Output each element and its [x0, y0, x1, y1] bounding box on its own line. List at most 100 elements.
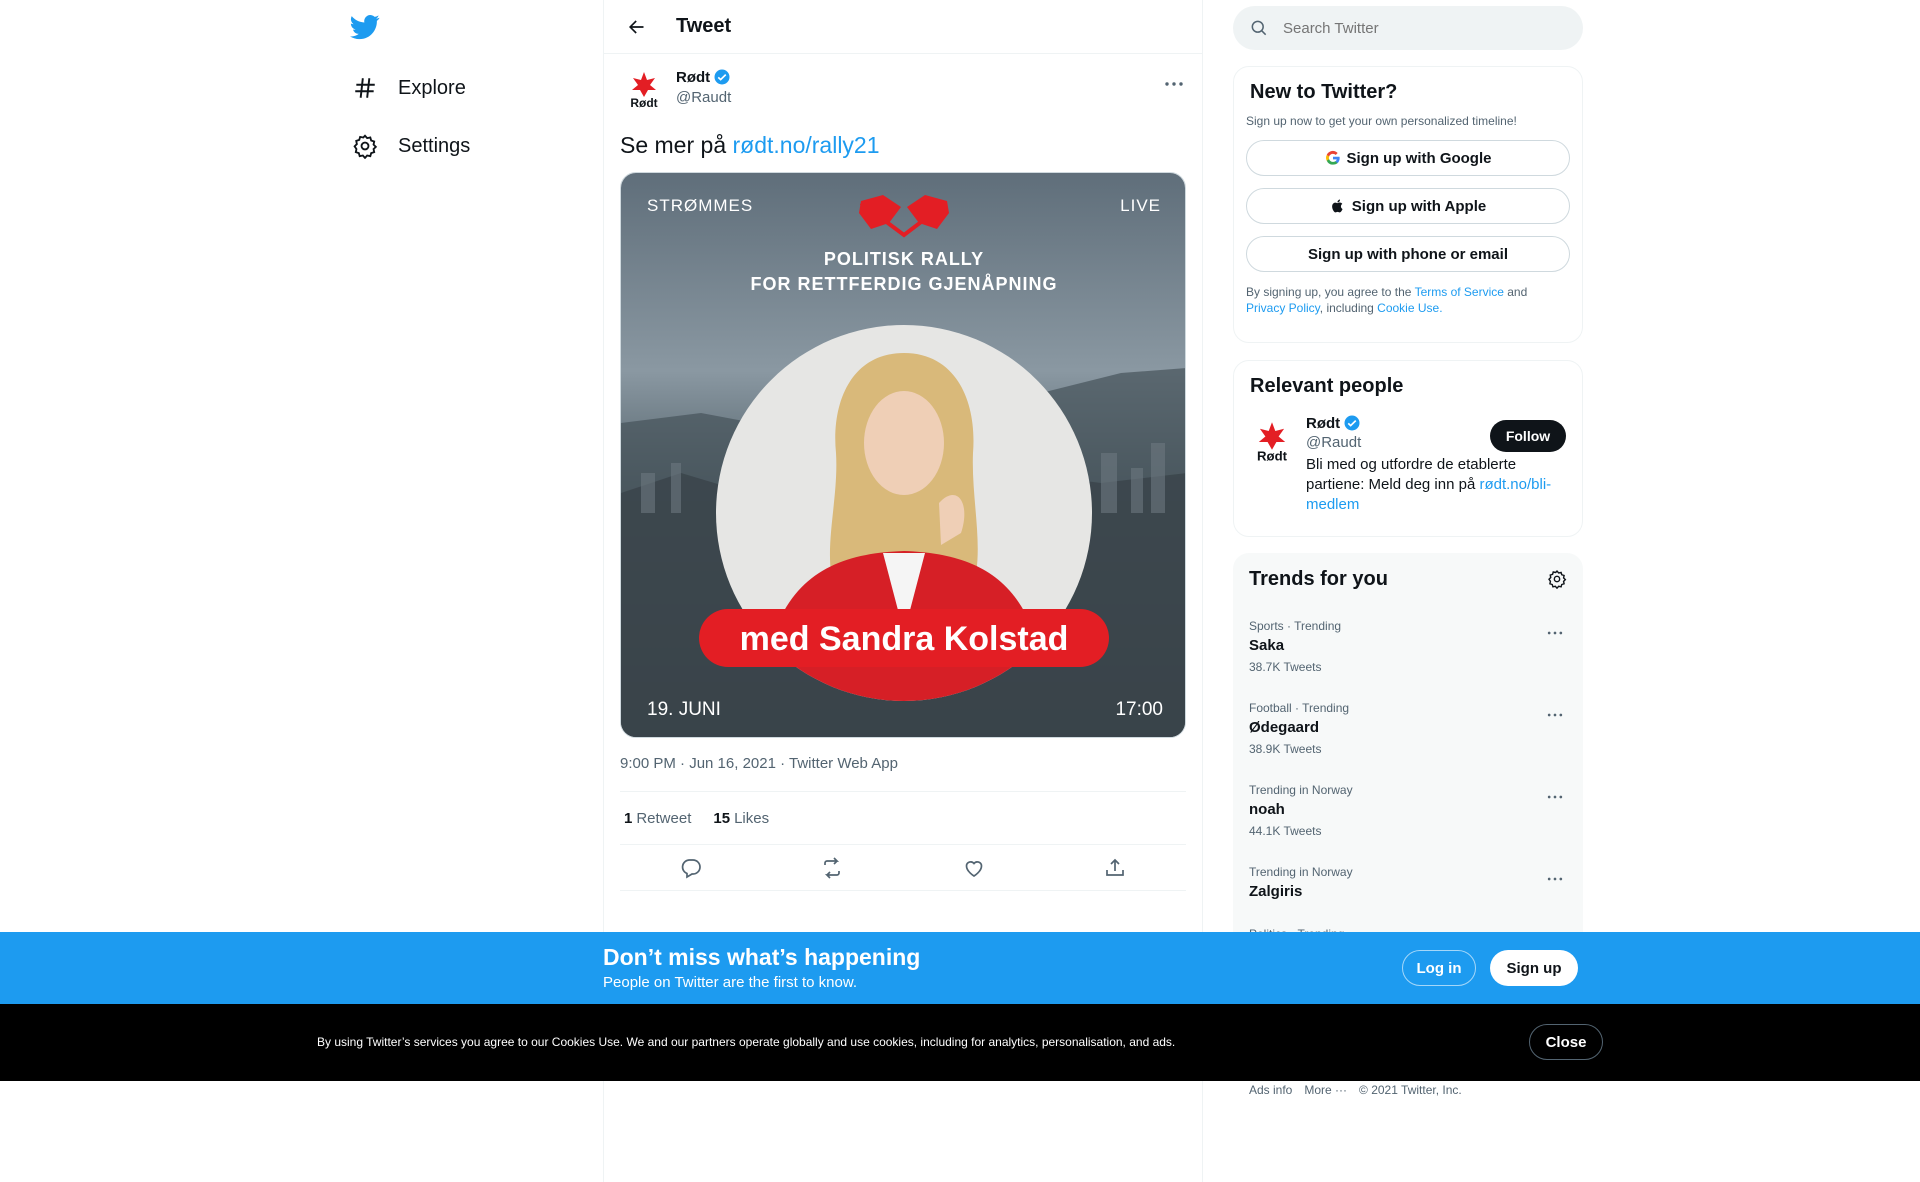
tweet-stats: 1 Retweet 15 Likes [620, 791, 1186, 845]
nav-settings-label: Settings [398, 134, 471, 157]
search-input[interactable] [1283, 19, 1543, 37]
svg-text:med Sandra Kolstad: med Sandra Kolstad [740, 620, 1069, 658]
svg-text:Rødt: Rødt [1257, 449, 1288, 464]
terms-link[interactable]: Terms of Service [1415, 285, 1504, 299]
like-label[interactable]: Likes [734, 810, 769, 827]
google-icon [1325, 150, 1340, 165]
svg-text:POLITISK RALLY: POLITISK RALLY [824, 249, 984, 269]
rodt-logo-icon[interactable]: Rødt [1250, 418, 1294, 466]
tweet-link[interactable]: rødt.no/rally21 [733, 132, 880, 158]
page-header: Tweet [604, 0, 1202, 54]
author-name[interactable]: Rødt [676, 68, 731, 86]
relevant-person-bio: Bli med og utfordre de etablerte partien… [1306, 455, 1566, 515]
share-icon[interactable] [1103, 856, 1127, 880]
trend-name: noah [1249, 801, 1285, 818]
legal-text-1: By signing up, you agree to the [1246, 285, 1415, 299]
relevant-people-title: Relevant people [1250, 375, 1404, 397]
page-title: Tweet [676, 15, 732, 37]
more-options-icon[interactable] [1545, 869, 1565, 889]
login-button[interactable]: Log in [1402, 950, 1476, 986]
nav-explore-label: Explore [398, 76, 466, 99]
gear-icon [353, 134, 378, 159]
tweet-text: Se mer på rødt.no/rally21 [620, 130, 1186, 160]
arrow-left-icon [629, 19, 644, 34]
svg-text:STRØMMES: STRØMMES [647, 196, 753, 215]
retweet-count[interactable]: 1 [624, 810, 632, 827]
trend-count: 38.7K Tweets [1249, 660, 1322, 674]
trend-count: 38.9K Tweets [1249, 742, 1322, 756]
search-box[interactable] [1233, 6, 1583, 50]
legal-text-3: , including [1319, 301, 1378, 315]
relevant-person-name-text: Rødt [1306, 414, 1341, 432]
signup-button[interactable]: Sign up [1490, 950, 1578, 986]
signup-google-label: Sign up with Google [1346, 149, 1492, 167]
privacy-link[interactable]: Privacy Policy [1246, 301, 1320, 315]
trend-category: Football · Trending [1249, 701, 1350, 715]
nav-explore[interactable]: Explore [352, 64, 466, 112]
tweet-actions [620, 845, 1186, 891]
trend-name: Saka [1249, 637, 1285, 654]
back-button[interactable] [618, 9, 654, 45]
trend-category: Trending in Norway [1249, 783, 1353, 797]
rodt-logo-icon: Rødt [630, 72, 658, 110]
footer-links: Ads info More ··· © 2021 Twitter, Inc. [1249, 1083, 1462, 1097]
tweet-timestamp[interactable]: 9:00 PM · Jun 16, 2021 · Twitter Web App [620, 755, 1186, 775]
signup-legal: By signing up, you agree to the Terms of… [1246, 284, 1570, 316]
cookie-link[interactable]: Cookie Use. [1377, 301, 1442, 315]
more-options-icon[interactable] [1162, 72, 1186, 96]
svg-text:19. JUNI: 19. JUNI [647, 699, 721, 720]
search-icon [1251, 20, 1267, 36]
signup-banner: Don’t miss what’s happening People on Tw… [0, 932, 1920, 1004]
relevant-person[interactable]: Rødt Rødt @Raudt Bli med og utfordre de … [1250, 414, 1566, 515]
signup-phone-label: Sign up with phone or email [1307, 245, 1508, 263]
like-count[interactable]: 15 [713, 810, 730, 827]
ads-info-link[interactable]: Ads info [1249, 1083, 1292, 1097]
svg-text:17:00: 17:00 [1115, 699, 1163, 720]
more-options-icon[interactable] [1545, 787, 1565, 807]
reply-icon[interactable] [679, 856, 703, 880]
signup-apple-button[interactable]: Sign up with Apple [1246, 188, 1570, 224]
trend-item[interactable]: Football · Trending Ødegaard 38.9K Tweet… [1233, 687, 1583, 769]
nav-settings[interactable]: Settings [352, 122, 470, 170]
cookie-text: By using Twitter’s services you agree to… [317, 1035, 1176, 1049]
signup-apple-label: Sign up with Apple [1351, 197, 1487, 215]
like-icon[interactable] [962, 856, 986, 880]
avatar[interactable]: Rødt [620, 66, 668, 114]
more-options-icon[interactable] [1545, 623, 1565, 643]
banner-title: Don’t miss what’s happening [603, 944, 921, 970]
legal-text-2: and [1503, 285, 1528, 299]
rally-poster-image: STRØMMES LIVE POLITISK RALLY FOR RETTFER… [621, 173, 1185, 737]
new-to-twitter-title: New to Twitter? [1250, 81, 1398, 103]
retweet-label[interactable]: Retweet [636, 810, 691, 827]
trend-category: Sports · Trending [1249, 619, 1342, 633]
more-link[interactable]: More ··· [1304, 1083, 1347, 1097]
verified-badge-icon [1344, 415, 1360, 431]
author-handle[interactable]: @Raudt [676, 89, 731, 106]
signup-google-button[interactable]: Sign up with Google [1246, 140, 1570, 176]
more-options-icon[interactable] [1545, 705, 1565, 725]
trend-name: Ødegaard [1249, 719, 1320, 736]
author-name-text: Rødt [676, 68, 711, 86]
signup-phone-button[interactable]: Sign up with phone or email [1246, 236, 1570, 272]
tweet: Rødt Rødt @Raudt Se mer på rødt.no/rally… [604, 54, 1202, 891]
twitter-logo-icon[interactable] [350, 12, 380, 42]
hashtag-icon [355, 78, 375, 98]
relevant-people-panel: Relevant people Rødt Rødt @Raudt Bli med… [1233, 360, 1583, 537]
close-button[interactable]: Close [1529, 1024, 1603, 1060]
verified-badge-icon [714, 69, 730, 85]
cookie-bar: By using Twitter’s services you agree to… [0, 1004, 1920, 1081]
svg-text:LIVE: LIVE [1120, 196, 1161, 215]
gear-icon[interactable] [1547, 569, 1567, 589]
trend-item[interactable]: Sports · Trending Saka 38.7K Tweets [1233, 605, 1583, 687]
page: Explore Settings Tweet Rødt Rødt @Raudt … [0, 0, 1920, 1182]
copyright: © 2021 Twitter, Inc. [1359, 1083, 1462, 1097]
trend-item[interactable]: Trending in Norway noah 44.1K Tweets [1233, 769, 1583, 851]
retweet-icon[interactable] [820, 856, 844, 880]
tweet-author: Rødt Rødt @Raudt [620, 66, 1186, 122]
tweet-text-prefix: Se mer på [620, 132, 733, 158]
new-to-twitter-panel: New to Twitter? Sign up now to get your … [1233, 66, 1583, 343]
follow-button[interactable]: Follow [1490, 420, 1566, 452]
trend-item[interactable]: Trending in Norway Zalgiris [1233, 851, 1583, 913]
svg-text:Rødt: Rødt [630, 96, 657, 110]
tweet-media[interactable]: STRØMMES LIVE POLITISK RALLY FOR RETTFER… [620, 172, 1186, 738]
